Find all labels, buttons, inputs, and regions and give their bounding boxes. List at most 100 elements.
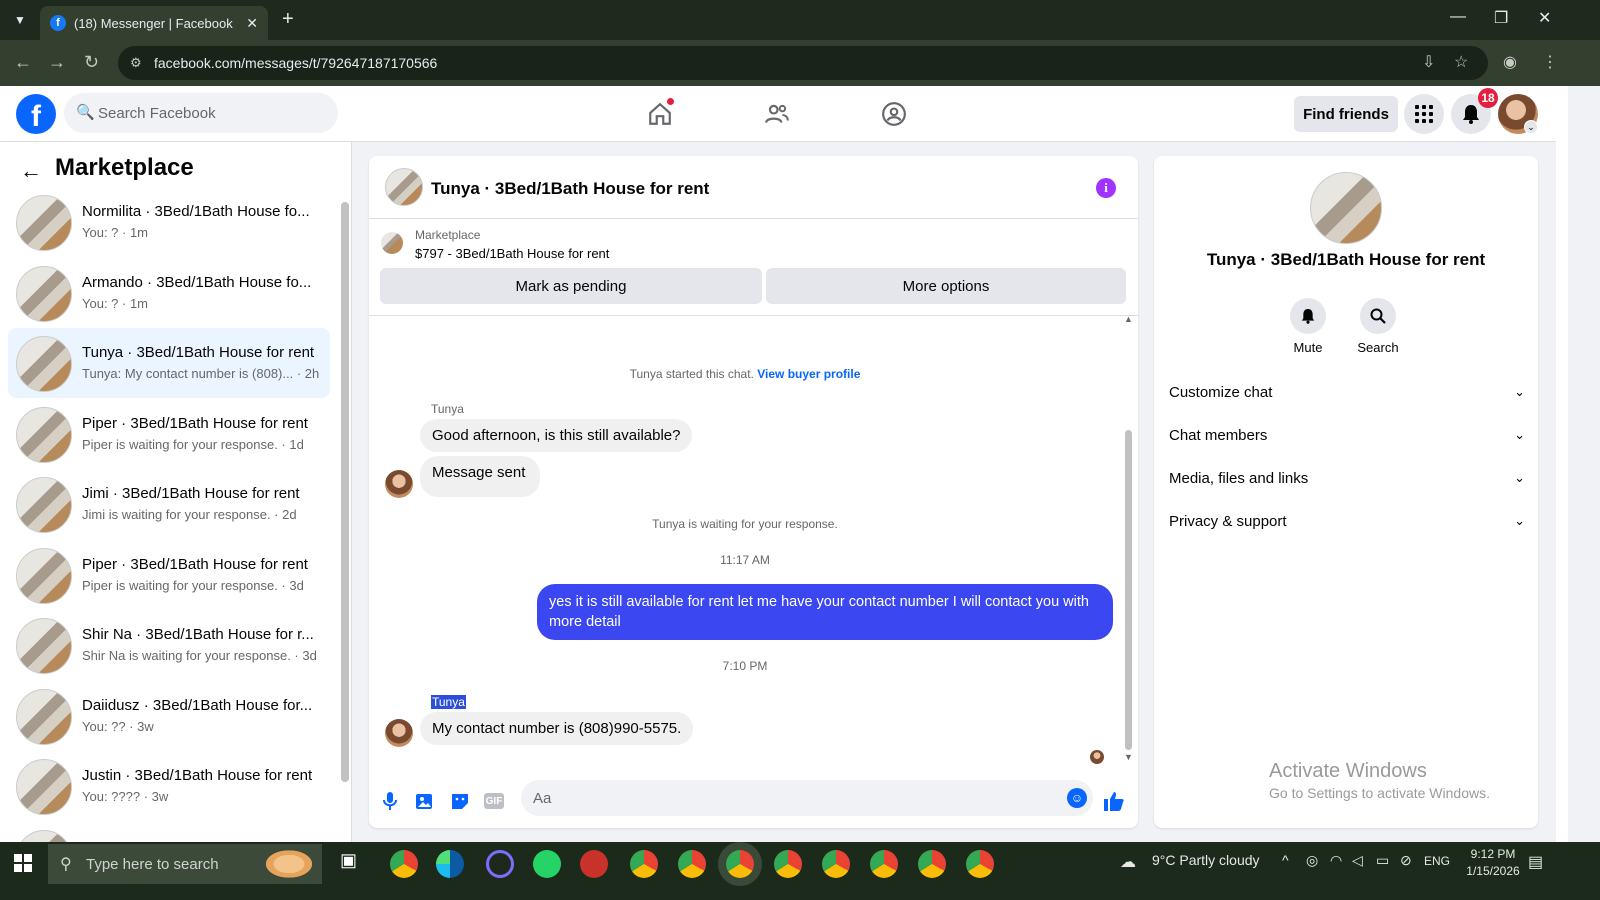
- conversation-item-active[interactable]: Tunya · 3Bed/1Bath House for rent Tunya:…: [8, 328, 330, 398]
- clock[interactable]: 9:12 PM 1/15/2026: [1458, 846, 1528, 880]
- gif-icon[interactable]: GIF: [484, 793, 504, 809]
- chat-title[interactable]: Tunya · 3Bed/1Bath House for rent: [431, 179, 709, 199]
- chrome-profile-icon[interactable]: [774, 850, 802, 878]
- conversation-item[interactable]: Normilita · 3Bed/1Bath House fo... You: …: [8, 187, 330, 257]
- scroll-down-arrow-icon[interactable]: ▼: [1124, 752, 1133, 762]
- task-view-icon[interactable]: ▣: [340, 850, 368, 878]
- url-field[interactable]: ⚙ facebook.com/messages/t/79264718717056…: [118, 46, 1488, 80]
- search-highlight-icon[interactable]: [262, 848, 316, 880]
- reload-icon[interactable]: ↻: [84, 52, 99, 73]
- thumbs-up-icon[interactable]: [1103, 790, 1125, 812]
- mark-as-pending-button[interactable]: Mark as pending: [380, 268, 762, 304]
- chrome-profile-icon[interactable]: [918, 850, 946, 878]
- wifi-icon[interactable]: ◠: [1330, 852, 1342, 869]
- windows-start-icon[interactable]: [14, 854, 32, 877]
- restore-icon[interactable]: ❐: [1494, 8, 1508, 28]
- chrome-icon[interactable]: [390, 850, 418, 878]
- install-app-icon[interactable]: ⇩: [1422, 52, 1435, 72]
- listing-thumbnail[interactable]: [381, 232, 403, 254]
- site-info-icon[interactable]: ⚙: [130, 55, 142, 71]
- find-friends-button[interactable]: Find friends: [1294, 96, 1398, 132]
- listing-thumbnail: [16, 689, 72, 745]
- meet-icon[interactable]: ◎: [1306, 852, 1318, 869]
- emoji-icon[interactable]: ☺: [1067, 788, 1087, 808]
- scroll-up-arrow-icon[interactable]: ▲: [1124, 314, 1133, 324]
- timestamp: 11:17 AM: [720, 553, 770, 567]
- groups-nav-icon[interactable]: [878, 98, 910, 130]
- listing-thumbnail: [16, 336, 72, 392]
- conversation-item[interactable]: Daiidusz · 3Bed/1Bath House for... You: …: [8, 681, 330, 751]
- menu-grid-icon[interactable]: [1404, 94, 1444, 134]
- outgoing-message[interactable]: yes it is still available for rent let m…: [537, 584, 1113, 640]
- sticker-icon[interactable]: [449, 790, 471, 812]
- chat-avatar[interactable]: [385, 168, 423, 206]
- incoming-message[interactable]: Message sent: [420, 456, 541, 497]
- conversation-item[interactable]: [8, 822, 330, 842]
- microphone-icon[interactable]: [379, 790, 401, 812]
- volume-icon[interactable]: ◁: [1352, 852, 1363, 869]
- chrome-profile-icon[interactable]: [822, 850, 850, 878]
- listing-title[interactable]: $797 - 3Bed/1Bath House for rent: [415, 246, 609, 261]
- edge-icon[interactable]: [436, 850, 464, 878]
- language-indicator[interactable]: ENG: [1424, 854, 1450, 868]
- scrollbar[interactable]: [1125, 430, 1132, 750]
- customize-chat-section[interactable]: Customize chat ⌄: [1169, 384, 1525, 408]
- back-icon[interactable]: ←: [14, 52, 32, 73]
- weather-text[interactable]: 9°C Partly cloudy: [1152, 852, 1260, 868]
- conversation-item[interactable]: Piper · 3Bed/1Bath House for rent Piper …: [8, 540, 330, 610]
- message-input[interactable]: Aa: [521, 780, 1093, 816]
- network-icon[interactable]: ⊘: [1400, 852, 1412, 869]
- sender-avatar[interactable]: [385, 719, 413, 747]
- chevron-down-icon[interactable]: ⌄: [1524, 120, 1538, 134]
- conversation-item[interactable]: Armando · 3Bed/1Bath House fo... You: ? …: [8, 258, 330, 328]
- photo-icon[interactable]: [414, 790, 436, 812]
- sender-avatar[interactable]: [385, 470, 413, 498]
- media-files-links-section[interactable]: Media, files and links ⌄: [1169, 470, 1525, 494]
- app-icon[interactable]: [580, 850, 608, 878]
- weather-icon[interactable]: ☁: [1120, 852, 1136, 872]
- privacy-support-section[interactable]: Privacy & support ⌄: [1169, 513, 1525, 537]
- chevron-down-icon: ⌄: [1514, 384, 1525, 399]
- new-tab-button[interactable]: +: [282, 8, 294, 31]
- conversation-item[interactable]: Jimi · 3Bed/1Bath House for rent Jimi is…: [8, 469, 330, 539]
- view-buyer-profile-link[interactable]: View buyer profile: [757, 367, 860, 381]
- chrome-profile-icon[interactable]: [870, 850, 898, 878]
- chat-profile-avatar[interactable]: [1310, 172, 1382, 244]
- facebook-logo-icon[interactable]: f: [16, 94, 56, 134]
- info-icon[interactable]: i: [1096, 178, 1116, 198]
- tab-search-button[interactable]: ▼: [8, 8, 32, 32]
- conversation-name: Piper · 3Bed/1Bath House for rent: [82, 415, 308, 432]
- chat-members-section[interactable]: Chat members ⌄: [1169, 427, 1525, 451]
- chrome-profile-icon[interactable]: [966, 850, 994, 878]
- browser-profile-icon[interactable]: ◉: [1503, 52, 1517, 72]
- browser-menu-icon[interactable]: ⋮: [1542, 52, 1558, 72]
- incoming-message[interactable]: Good afternoon, is this still available?: [420, 419, 693, 452]
- incoming-message[interactable]: My contact number is (808)990-5575.: [420, 712, 694, 745]
- forward-icon[interactable]: →: [48, 52, 66, 73]
- browser-tab[interactable]: f (18) Messenger | Facebook ✕: [40, 6, 268, 40]
- conversation-item[interactable]: Piper · 3Bed/1Bath House for rent Piper …: [8, 399, 330, 469]
- conversation-item[interactable]: Justin · 3Bed/1Bath House for rent You: …: [8, 751, 330, 821]
- whatsapp-icon[interactable]: [533, 850, 561, 878]
- chevron-up-icon[interactable]: ^: [1282, 852, 1289, 868]
- bookmark-star-icon[interactable]: ☆: [1454, 52, 1468, 72]
- more-options-button[interactable]: More options: [766, 268, 1126, 304]
- close-window-icon[interactable]: ✕: [1538, 8, 1551, 28]
- mute-button[interactable]: Mute: [1278, 298, 1338, 355]
- chrome-profile-icon[interactable]: [678, 850, 706, 878]
- facebook-search-input[interactable]: 🔍 Search Facebook: [64, 93, 338, 133]
- conversation-item[interactable]: Shir Na · 3Bed/1Bath House for r... Shir…: [8, 610, 330, 680]
- page-scrollbar[interactable]: [1556, 86, 1568, 842]
- close-tab-icon[interactable]: ✕: [246, 15, 258, 32]
- minimize-icon[interactable]: —: [1450, 8, 1466, 26]
- scrollbar[interactable]: [341, 202, 349, 782]
- battery-icon[interactable]: ▭: [1376, 852, 1389, 869]
- home-nav-icon[interactable]: [644, 98, 676, 130]
- notification-center-icon[interactable]: ▤: [1528, 852, 1543, 872]
- chrome-profile-icon[interactable]: [630, 850, 658, 878]
- app-icon[interactable]: [486, 850, 514, 878]
- chrome-profile-icon-active[interactable]: [726, 850, 754, 878]
- search-in-chat-button[interactable]: Search: [1348, 298, 1408, 355]
- back-arrow-icon[interactable]: ←: [20, 158, 42, 184]
- friends-nav-icon[interactable]: [761, 98, 793, 130]
